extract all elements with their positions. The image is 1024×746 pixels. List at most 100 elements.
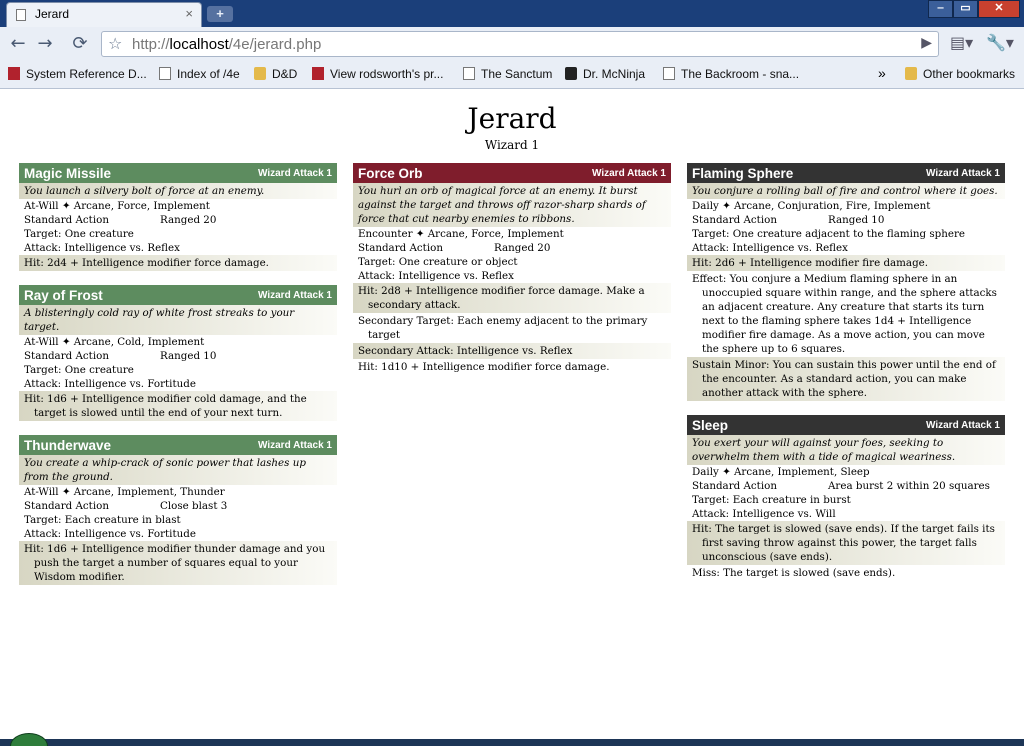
power-card-flaming-sphere: Flaming Sphere Wizard Attack 1 You conju…: [687, 163, 1005, 401]
window-controls: ‒ ▭ ✕: [928, 0, 1020, 18]
power-name: Thunderwave: [24, 437, 112, 453]
power-column-2: Force Orb Wizard Attack 1 You hurl an or…: [353, 163, 671, 389]
bookmark-item[interactable]: Index of /4e: [159, 67, 240, 81]
red-book-icon: [8, 67, 20, 80]
power-target: Target: One creature adjacent to the fla…: [692, 228, 966, 240]
back-button[interactable]: ←: [6, 33, 30, 55]
page-icon: [463, 67, 475, 80]
power-keywords: At-Will ✦ Arcane, Cold, Implement: [24, 336, 205, 348]
power-action: Standard Action: [692, 480, 777, 492]
power-range: Ranged 20: [494, 242, 551, 254]
bookmark-folder[interactable]: D&D: [254, 67, 297, 81]
power-keywords: Encounter ✦ Arcane, Force, Implement: [358, 228, 564, 240]
bookmark-item[interactable]: System Reference D...: [8, 67, 147, 81]
wrench-menu-icon[interactable]: 🔧▾: [986, 33, 1014, 52]
page-menu-icon[interactable]: ▤▾: [950, 33, 973, 52]
power-secondary-hit: Hit: 1d10 + Intelligence modifier force …: [358, 361, 610, 373]
power-action: Standard Action: [24, 500, 109, 512]
power-attack: Attack: Intelligence vs. Will: [692, 508, 836, 520]
power-action-row: Standard Action Area burst 2 within 20 s…: [687, 479, 1005, 493]
bookmarks-overflow-button[interactable]: »: [878, 65, 886, 81]
power-action-row: Standard Action Close blast 3: [19, 499, 337, 513]
forward-button[interactable]: →: [33, 33, 57, 55]
power-action: Standard Action: [358, 242, 443, 254]
power-card-magic-missile: Magic Missile Wizard Attack 1 You launch…: [19, 163, 337, 271]
page-title: Jerard: [467, 102, 557, 135]
address-bar[interactable]: ☆ http://localhost/4e/jerard.php ▶: [101, 31, 939, 57]
bookmark-star-icon[interactable]: ☆: [108, 34, 122, 53]
power-card-thunderwave: Thunderwave Wizard Attack 1 You create a…: [19, 435, 337, 585]
folder-icon: [254, 67, 266, 80]
page-icon: [16, 9, 26, 21]
power-secondary-target: Secondary Target: Each enemy adjacent to…: [358, 315, 648, 341]
bookmark-item[interactable]: View rodsworth's pr...: [312, 67, 443, 81]
power-flavor: You hurl an orb of magical force at an e…: [353, 183, 671, 227]
folder-icon: [905, 67, 917, 80]
taskbar: [0, 739, 1024, 746]
power-keywords: Daily ✦ Arcane, Implement, Sleep: [692, 466, 870, 478]
k-logo-icon: [312, 67, 324, 80]
power-header: Ray of Frost Wizard Attack 1: [19, 285, 337, 305]
power-keywords: Daily ✦ Arcane, Conjuration, Fire, Imple…: [692, 200, 931, 212]
power-miss: Miss: The target is slowed (save ends).: [692, 567, 896, 579]
power-flavor: You launch a silvery bolt of force at an…: [19, 183, 337, 199]
power-effect: Effect: You conjure a Medium flaming sph…: [692, 273, 997, 355]
power-flavor: You exert your will against your foes, s…: [687, 435, 1005, 465]
power-class: Wizard Attack 1: [257, 167, 332, 179]
power-hit: Hit: 1d6 + Intelligence modifier thunder…: [19, 541, 337, 585]
power-class: Wizard Attack 1: [257, 289, 332, 301]
power-sustain: Sustain Minor: You can sustain this powe…: [687, 357, 1005, 401]
power-target: Target: One creature: [24, 364, 134, 376]
power-class: Wizard Attack 1: [591, 167, 666, 179]
power-range: Ranged 10: [828, 214, 885, 226]
power-name: Force Orb: [358, 165, 423, 181]
url-text[interactable]: http://localhost/4e/jerard.php: [132, 36, 321, 53]
maximize-button[interactable]: ▭: [953, 0, 978, 18]
power-card-force-orb: Force Orb Wizard Attack 1 You hurl an or…: [353, 163, 671, 375]
power-action-row: Standard Action Ranged 20: [353, 241, 671, 255]
power-attack: Attack: Intelligence vs. Reflex: [358, 270, 514, 282]
power-flavor: You conjure a rolling ball of fire and c…: [687, 183, 1005, 199]
power-hit: Hit: 2d8 + Intelligence modifier force d…: [353, 283, 671, 313]
power-target: Target: Each creature in blast: [24, 514, 181, 526]
power-header: Magic Missile Wizard Attack 1: [19, 163, 337, 183]
power-target: Target: One creature: [24, 228, 134, 240]
power-action: Standard Action: [692, 214, 777, 226]
page-icon: [663, 67, 675, 80]
power-hit: Hit: The target is slowed (save ends). I…: [687, 521, 1005, 565]
power-target: Target: One creature or object: [358, 256, 518, 268]
bookmark-item[interactable]: The Sanctum: [463, 67, 552, 81]
power-range: Area burst 2 within 20 squares: [828, 480, 990, 492]
browser-toolbar: ← → ⟳ ☆ http://localhost/4e/jerard.php ▶…: [0, 27, 1024, 61]
window-titlebar: Jerard × + ‒ ▭ ✕: [0, 0, 1024, 27]
power-target: Target: Each creature in burst: [692, 494, 851, 506]
power-name: Sleep: [692, 417, 729, 433]
go-icon[interactable]: ▶: [921, 35, 932, 51]
close-window-button[interactable]: ✕: [978, 0, 1020, 18]
start-button[interactable]: [10, 733, 48, 746]
power-hit: Hit: 2d6 + Intelligence modifier fire da…: [687, 255, 1005, 271]
power-action-row: Standard Action Ranged 10: [19, 349, 337, 363]
power-class: Wizard Attack 1: [925, 167, 1000, 179]
power-attack: Attack: Intelligence vs. Fortitude: [24, 378, 196, 390]
power-hit: Hit: 2d4 + Intelligence modifier force d…: [19, 255, 337, 271]
power-header: Thunderwave Wizard Attack 1: [19, 435, 337, 455]
browser-tab[interactable]: Jerard ×: [6, 2, 202, 27]
bookmark-item[interactable]: Dr. McNinja: [565, 67, 645, 81]
new-tab-button[interactable]: +: [207, 6, 233, 22]
other-bookmarks[interactable]: Other bookmarks: [905, 67, 1015, 81]
power-keywords: At-Will ✦ Arcane, Implement, Thunder: [24, 486, 225, 498]
minimize-button[interactable]: ‒: [928, 0, 953, 18]
reload-button[interactable]: ⟳: [68, 33, 92, 55]
power-header: Sleep Wizard Attack 1: [687, 415, 1005, 435]
power-secondary-attack: Secondary Attack: Intelligence vs. Refle…: [353, 343, 671, 359]
power-attack: Attack: Intelligence vs. Reflex: [24, 242, 180, 254]
tab-close-icon[interactable]: ×: [185, 6, 193, 21]
bookmark-item[interactable]: The Backroom - sna...: [663, 67, 799, 81]
power-action: Standard Action: [24, 214, 109, 226]
power-range: Ranged 10: [160, 350, 217, 362]
power-flavor: A blisteringly cold ray of white frost s…: [19, 305, 337, 335]
power-keywords: At-Will ✦ Arcane, Force, Implement: [24, 200, 210, 212]
power-card-ray-of-frost: Ray of Frost Wizard Attack 1 A blisterin…: [19, 285, 337, 421]
power-attack: Attack: Intelligence vs. Fortitude: [24, 528, 196, 540]
